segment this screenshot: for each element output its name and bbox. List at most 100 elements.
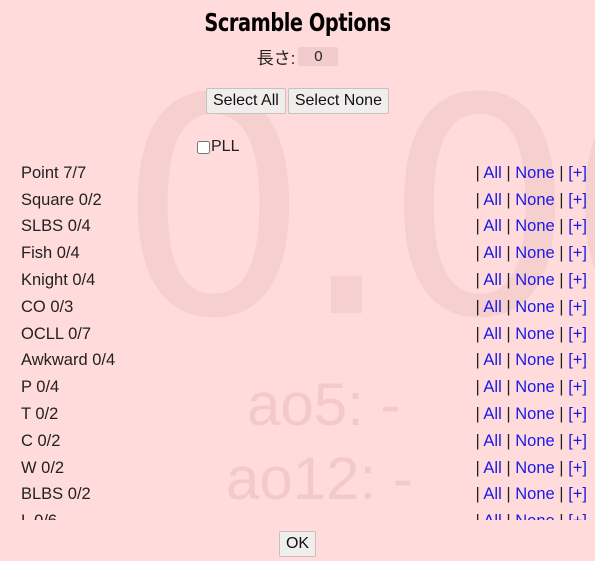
expand-link[interactable]: [+] [568,271,587,289]
group-name: OCLL 0/7 [21,324,92,343]
separator: | [559,324,564,343]
separator: | [506,297,511,316]
group-name: W 0/2 [21,458,65,477]
select-none-link[interactable]: None [515,217,554,235]
expand-link[interactable]: [+] [568,217,587,235]
separator: | [506,405,511,424]
expand-link[interactable]: [+] [568,298,587,316]
select-all-link[interactable]: All [483,405,501,423]
select-all-link[interactable]: All [483,244,501,262]
group-links: | All | None | [+] [475,432,587,451]
ok-button[interactable]: OK [278,531,317,557]
select-all-link[interactable]: All [483,459,501,477]
select-none-button[interactable]: Select None [287,88,389,114]
select-all-link[interactable]: All [483,432,501,450]
separator: | [559,378,564,397]
select-none-link[interactable]: None [515,164,554,182]
select-none-link[interactable]: None [515,271,554,289]
select-none-link[interactable]: None [515,378,554,396]
dialog-title: Scramble Options [204,8,391,37]
select-none-link[interactable]: None [515,325,554,343]
pll-option[interactable]: PLL [197,138,239,156]
group-name: T 0/2 [21,405,59,424]
separator: | [506,324,511,343]
select-all-link[interactable]: All [483,164,501,182]
list-item: OCLL 0/7 | All | None | [+] [21,321,587,348]
group-links: | All | None | [+] [475,485,587,504]
list-item: BLBS 0/2 | All | None | [+] [21,482,587,509]
expand-link[interactable]: [+] [568,512,587,520]
list-item: Awkward 0/4 | All | None | [+] [21,348,587,375]
select-all-link[interactable]: All [483,271,501,289]
selection-buttons: Select All Select None [0,88,595,114]
group-name: Square 0/2 [21,190,102,209]
separator: | [475,271,480,290]
select-all-link[interactable]: All [483,298,501,316]
list-item: Square 0/2 | All | None | [+] [21,187,587,214]
separator: | [559,244,564,263]
select-none-link[interactable]: None [515,459,554,477]
separator: | [506,378,511,397]
scramble-options-dialog: 0.00 ao5: - ao12: - Scramble Options 長さ:… [0,0,595,561]
case-group-list[interactable]: Point 7/7 | All | None | [+] Square 0/2 | A… [21,160,587,520]
select-all-link[interactable]: All [483,217,501,235]
list-item: T 0/2 | All | None | [+] [21,401,587,428]
separator: | [559,163,564,182]
separator: | [559,351,564,370]
select-none-link[interactable]: None [515,405,554,423]
separator: | [559,512,563,520]
select-none-link[interactable]: None [515,512,554,520]
separator: | [475,190,480,209]
select-none-link[interactable]: None [515,485,554,503]
group-name: C 0/2 [21,431,61,450]
select-none-link[interactable]: None [515,298,554,316]
separator: | [506,163,511,182]
list-item: P 0/4 | All | None | [+] [21,374,587,401]
select-all-link[interactable]: All [483,351,501,369]
group-links: | All | None | [+] [475,164,587,183]
group-links: | All | None | [+] [475,378,587,397]
expand-link[interactable]: [+] [568,485,587,503]
separator: | [506,351,511,370]
expand-link[interactable]: [+] [568,459,587,477]
group-name: Awkward 0/4 [21,351,116,370]
expand-link[interactable]: [+] [568,325,587,343]
length-input[interactable]: 0 [298,47,339,66]
expand-link[interactable]: [+] [568,405,587,423]
select-none-link[interactable]: None [515,351,554,369]
list-item: Knight 0/4 | All | None | [+] [21,267,587,294]
separator: | [506,190,511,209]
expand-link[interactable]: [+] [568,244,587,262]
select-none-link[interactable]: None [515,432,554,450]
separator: | [559,217,564,236]
separator: | [506,217,511,236]
separator: | [559,297,564,316]
select-all-button[interactable]: Select All [206,88,286,114]
select-none-link[interactable]: None [515,191,554,209]
select-all-link[interactable]: All [483,378,501,396]
separator: | [506,485,511,504]
select-all-link[interactable]: All [483,325,501,343]
group-name: CO 0/3 [21,297,74,316]
separator: | [506,244,511,263]
group-links: | All | None | [+] [475,351,587,370]
group-name: P 0/4 [21,378,60,397]
expand-link[interactable]: [+] [568,164,587,182]
group-name: Knight 0/4 [21,271,96,290]
ok-row: OK [0,531,595,557]
expand-link[interactable]: [+] [568,351,587,369]
expand-link[interactable]: [+] [568,191,587,209]
group-name: Point 7/7 [21,163,87,182]
group-name: L 0/6 [21,512,57,520]
select-all-link[interactable]: All [483,512,501,520]
pll-label: PLL [211,138,240,155]
group-name: Fish 0/4 [21,244,80,263]
expand-link[interactable]: [+] [568,378,587,396]
expand-link[interactable]: [+] [568,432,587,450]
group-name: BLBS 0/2 [21,485,91,504]
list-item: SLBS 0/4 | All | None | [+] [21,214,587,241]
select-all-link[interactable]: All [483,485,501,503]
select-none-link[interactable]: None [515,244,554,262]
select-all-link[interactable]: All [483,191,501,209]
pll-checkbox[interactable] [197,140,210,154]
